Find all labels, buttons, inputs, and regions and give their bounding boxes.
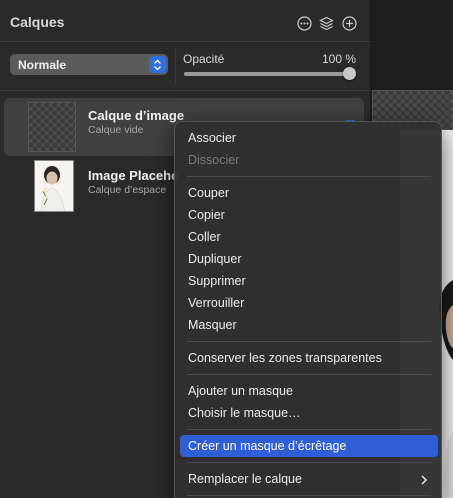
menu-item-label: Créer un masque d’écrêtage <box>188 439 347 453</box>
menu-separator <box>187 462 431 463</box>
menu-item-delete[interactable]: Supprimer <box>180 270 438 292</box>
menu-separator <box>187 341 431 342</box>
menu-item-create-clipping-mask[interactable]: Créer un masque d’écrêtage <box>180 435 438 457</box>
panel-title: Calques <box>10 14 65 30</box>
menu-item-label: Ajouter un masque <box>188 384 293 398</box>
more-options-icon[interactable] <box>297 16 312 31</box>
add-layer-icon[interactable] <box>342 16 357 31</box>
menu-item-label: Conserver les zones transparentes <box>188 351 382 365</box>
layer-subtitle: Calque vide <box>88 124 144 136</box>
menu-item-ungroup: Dissocier <box>180 149 438 171</box>
menu-item-choose-mask[interactable]: Choisir le masque… <box>180 402 438 424</box>
menu-item-copy[interactable]: Copier <box>180 204 438 226</box>
menu-item-add-mask[interactable]: Ajouter un masque <box>180 380 438 402</box>
chevron-updown-icon <box>149 56 166 73</box>
opacity-value[interactable]: 100 % <box>322 52 356 66</box>
menu-item-paste[interactable]: Coller <box>180 226 438 248</box>
layer-subtitle: Calque d’espace <box>88 184 167 196</box>
layers-stack-icon[interactable] <box>319 16 334 31</box>
menu-item-label: Supprimer <box>188 274 246 288</box>
opacity-label: Opacité <box>183 52 225 66</box>
photo-thumbnail <box>34 160 74 212</box>
layer-name: Calque d’image <box>88 108 185 123</box>
menu-item-label: Masquer <box>188 318 237 332</box>
menu-item-label: Choisir le masque… <box>188 406 301 420</box>
menu-item-lock[interactable]: Verrouiller <box>180 292 438 314</box>
menu-item-label: Dupliquer <box>188 252 242 266</box>
menu-separator <box>187 176 431 177</box>
menu-item-replace-layer[interactable]: Remplacer le calque <box>180 468 438 490</box>
opacity-slider-thumb[interactable] <box>343 67 356 80</box>
menu-item-preserve-transparency[interactable]: Conserver les zones transparentes <box>180 347 438 369</box>
empty-layer-thumbnail <box>28 102 76 152</box>
menu-item-cut[interactable]: Couper <box>180 182 438 204</box>
menu-item-hide[interactable]: Masquer <box>180 314 438 336</box>
opacity-slider-track[interactable] <box>184 72 350 76</box>
chevron-right-icon <box>418 473 430 485</box>
menu-item-label: Associer <box>188 131 236 145</box>
menu-separator <box>187 429 431 430</box>
menu-separator <box>187 374 431 375</box>
divider <box>175 48 176 84</box>
menu-item-label: Dissocier <box>188 153 240 167</box>
panel-header: Calques <box>0 0 371 42</box>
context-menu: Associer Dissocier Couper Copier Coller … <box>174 121 442 498</box>
divider <box>0 90 371 91</box>
layer-name: Image Placeho <box>88 168 180 183</box>
menu-item-label: Copier <box>188 208 225 222</box>
blend-mode-select[interactable]: Normale <box>10 54 168 75</box>
menu-item-label: Verrouiller <box>188 296 245 310</box>
menu-item-group[interactable]: Associer <box>180 127 438 149</box>
menu-separator <box>187 495 431 496</box>
menu-item-label: Couper <box>188 186 229 200</box>
menu-item-duplicate[interactable]: Dupliquer <box>180 248 438 270</box>
menu-item-label: Remplacer le calque <box>188 472 302 486</box>
blend-mode-value: Normale <box>18 58 67 72</box>
menu-item-label: Coller <box>188 230 221 244</box>
